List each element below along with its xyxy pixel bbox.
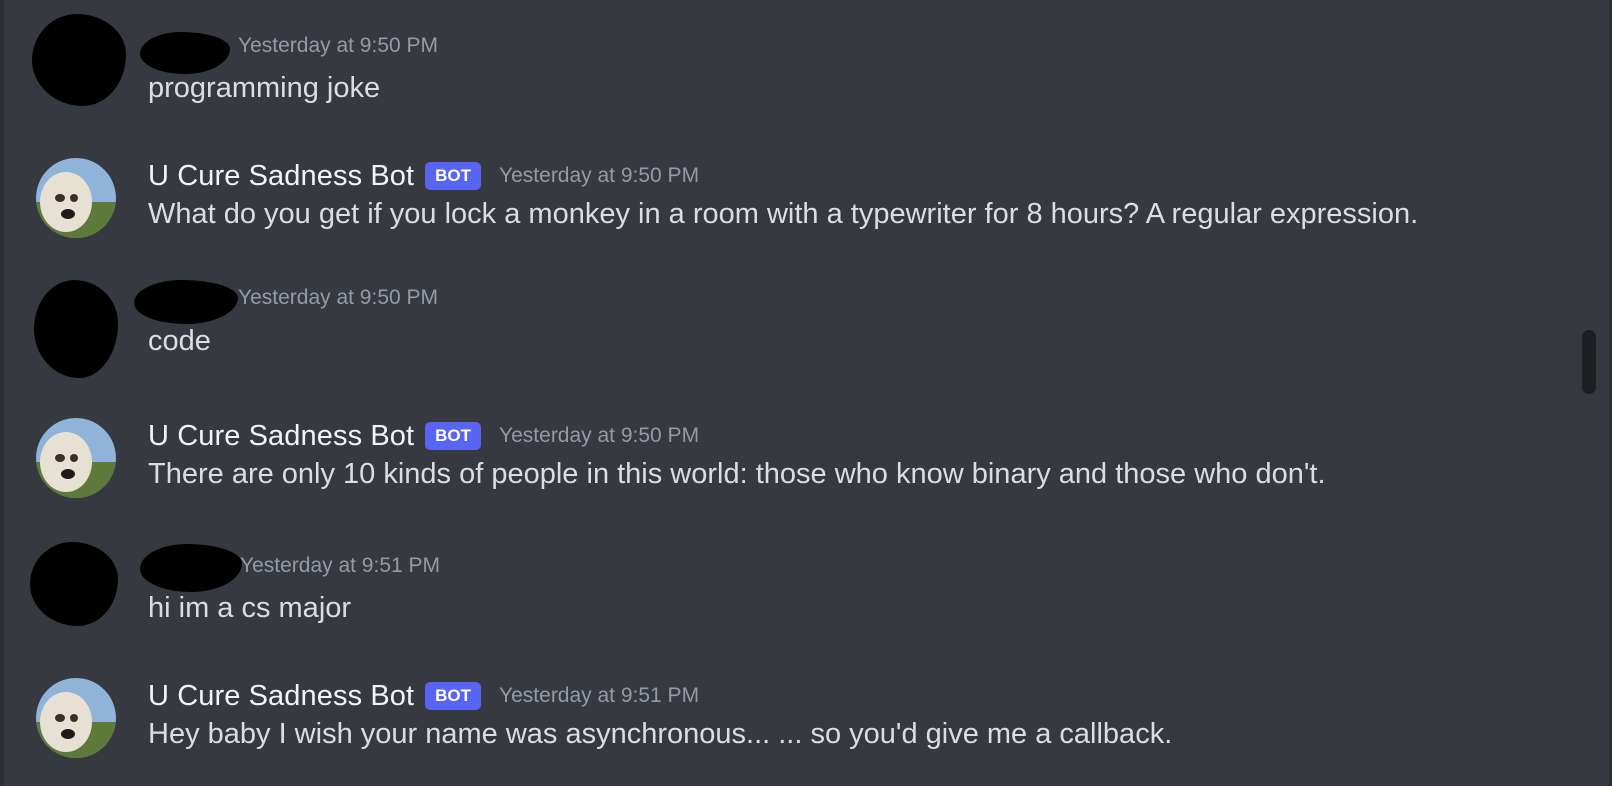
bot-username[interactable]: U Cure Sadness Bot (148, 160, 414, 193)
message-header: U Cure Sadness Bot BOT Yesterday at 9:50… (148, 158, 699, 194)
scrollbar-thumb[interactable] (1582, 330, 1596, 394)
message-content: There are only 10 kinds of people in thi… (148, 458, 1326, 490)
message-5: Yesterday at 9:51 PM hi im a cs major (0, 540, 1560, 650)
redacted-username[interactable] (134, 280, 238, 324)
redacted-user-avatar[interactable] (32, 14, 126, 106)
bot-badge: BOT (425, 682, 482, 710)
redacted-user-avatar[interactable] (30, 542, 118, 626)
timestamp: Yesterday at 9:50 PM (238, 34, 439, 57)
message-2: U Cure Sadness Bot BOT Yesterday at 9:50… (0, 158, 1560, 268)
bot-badge: BOT (425, 162, 482, 190)
bot-avatar[interactable] (36, 678, 116, 758)
message-1: Yesterday at 9:50 PM programming joke (0, 14, 1560, 124)
bot-username[interactable]: U Cure Sadness Bot (148, 420, 414, 453)
message-content: What do you get if you lock a monkey in … (148, 198, 1419, 230)
bot-avatar[interactable] (36, 418, 116, 498)
message-header: U Cure Sadness Bot BOT Yesterday at 9:50… (148, 418, 699, 454)
message-3: Yesterday at 9:50 PM code (0, 278, 1560, 388)
message-content: Hey baby I wish your name was asynchrono… (148, 718, 1173, 750)
message-header: U Cure Sadness Bot BOT Yesterday at 9:51… (148, 678, 699, 714)
timestamp: Yesterday at 9:50 PM (499, 424, 700, 447)
dog-avatar-icon (36, 418, 116, 498)
timestamp: Yesterday at 9:50 PM (499, 164, 700, 187)
timestamp: Yesterday at 9:51 PM (499, 684, 700, 707)
message-content: hi im a cs major (148, 592, 352, 624)
message-6: U Cure Sadness Bot BOT Yesterday at 9:51… (0, 678, 1560, 786)
redacted-username[interactable] (140, 544, 242, 592)
bot-username[interactable]: U Cure Sadness Bot (148, 680, 414, 713)
message-content: code (148, 325, 211, 357)
timestamp: Yesterday at 9:50 PM (238, 286, 439, 309)
message-content: programming joke (148, 72, 381, 104)
chat-window: Yesterday at 9:50 PM programming joke U … (0, 0, 1612, 786)
message-4: U Cure Sadness Bot BOT Yesterday at 9:50… (0, 418, 1560, 528)
timestamp: Yesterday at 9:51 PM (240, 554, 441, 577)
dog-avatar-icon (36, 158, 116, 238)
redacted-user-avatar[interactable] (34, 280, 118, 378)
dog-avatar-icon (36, 678, 116, 758)
redacted-username[interactable] (140, 32, 230, 74)
bot-badge: BOT (425, 422, 482, 450)
bot-avatar[interactable] (36, 158, 116, 238)
